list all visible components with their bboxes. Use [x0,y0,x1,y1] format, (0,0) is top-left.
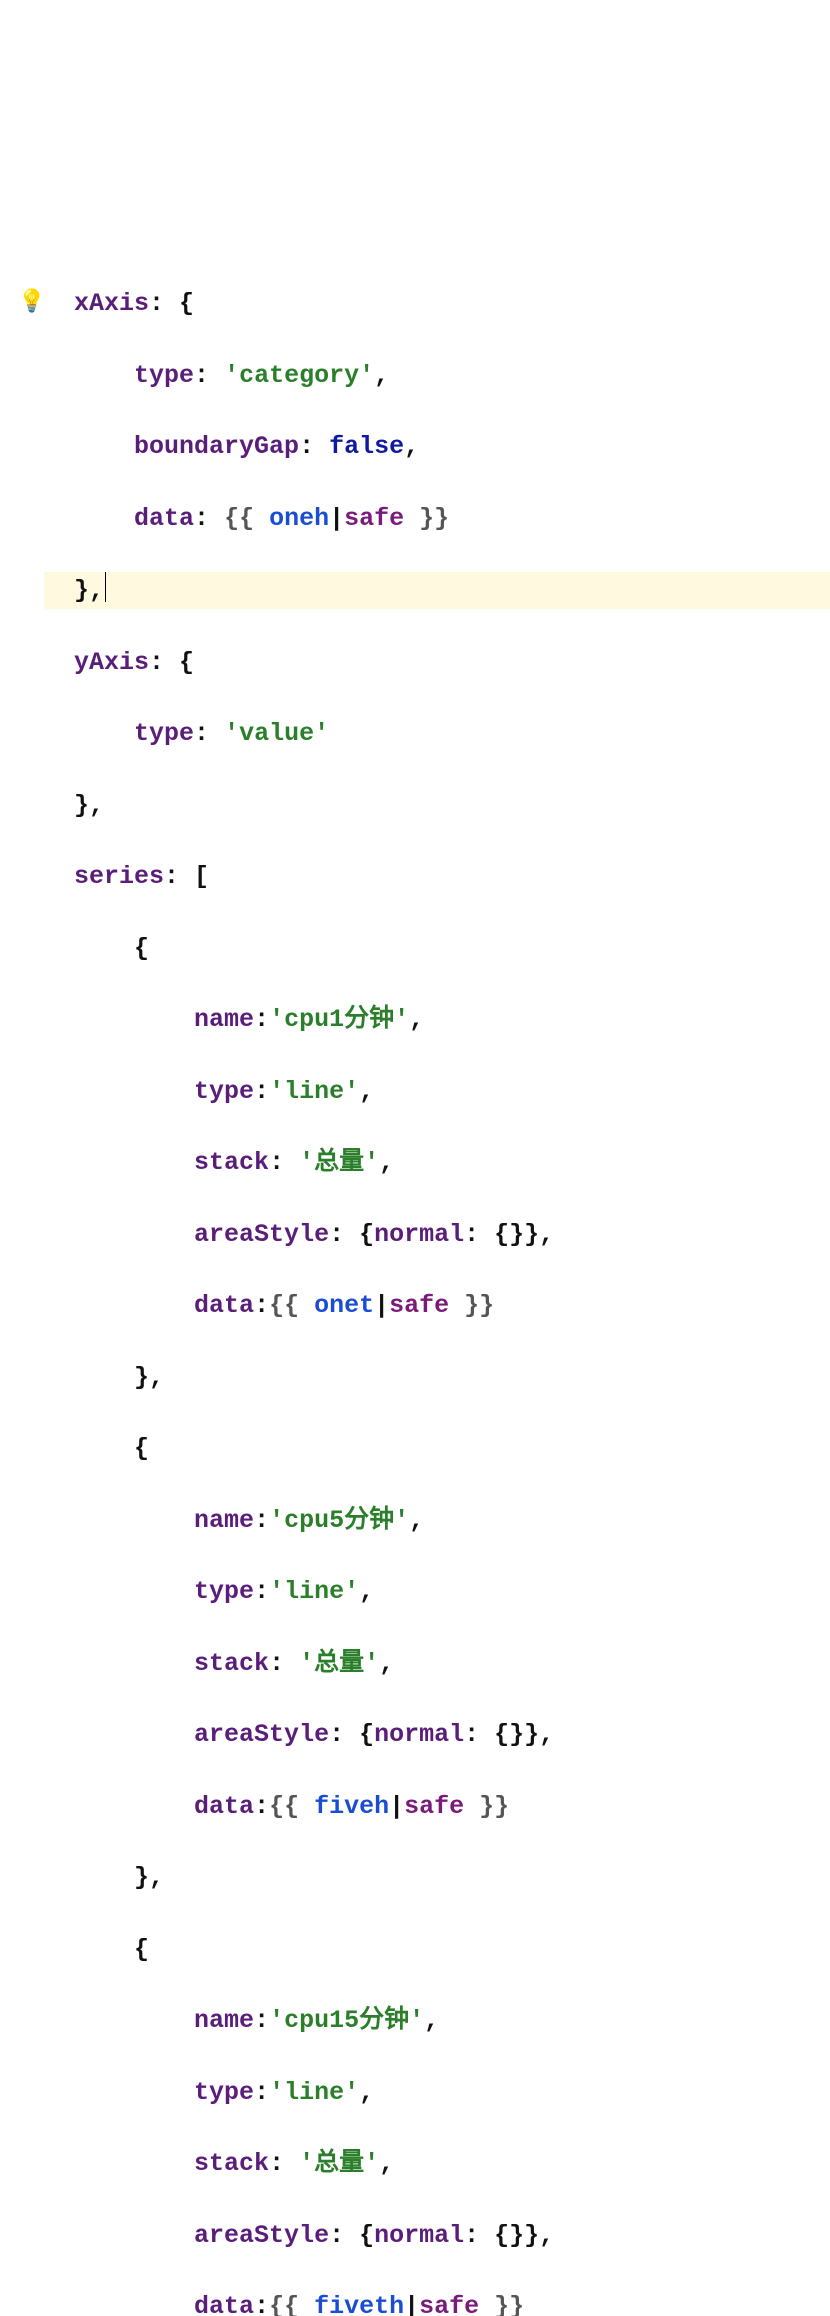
code-line: stack: '总量', [44,1145,830,1181]
code-line: xAxis: { [44,286,830,322]
code-line: stack: '总量', [44,1646,830,1682]
code-line: }, [44,1360,830,1396]
code-line: name:'cpu5分钟', [44,1503,830,1539]
code-line: data:{{ onet|safe }} [44,1288,830,1324]
code-line: data: {{ oneh|safe }} [44,501,830,537]
code-line: type:'line', [44,1574,830,1610]
code-line: type:'line', [44,1074,830,1110]
code-line: yAxis: { [44,645,830,681]
code-line: }, [44,1860,830,1896]
gutter: 💡 [0,143,44,2316]
code-line: { [44,931,830,967]
code-line: areaStyle: {normal: {}}, [44,1717,830,1753]
code-line: data:{{ fiveh|safe }} [44,1789,830,1825]
code-line: data:{{ fiveth|safe }} [44,2289,830,2316]
code-line: { [44,1932,830,1968]
code-line: { [44,1431,830,1467]
code-line: areaStyle: {normal: {}}, [44,1217,830,1253]
code-line: }, [44,788,830,824]
code-line: type: 'value' [44,716,830,752]
code-editor[interactable]: 💡 xAxis: { type: 'category', boundaryGap… [0,143,830,2316]
lightbulb-icon[interactable]: 💡 [18,292,45,314]
code-line: areaStyle: {normal: {}}, [44,2218,830,2254]
code-line: name:'cpu1分钟', [44,1002,830,1038]
code-line: name:'cpu15分钟', [44,2003,830,2039]
code-line: type: 'category', [44,358,830,394]
code-line: boundaryGap: false, [44,429,830,465]
code-line: stack: '总量', [44,2146,830,2182]
text-cursor [105,572,106,602]
code-line-highlighted: }, [44,572,830,609]
code-line: series: [ [44,859,830,895]
code-line: type:'line', [44,2075,830,2111]
code-area[interactable]: xAxis: { type: 'category', boundaryGap: … [44,250,830,2316]
